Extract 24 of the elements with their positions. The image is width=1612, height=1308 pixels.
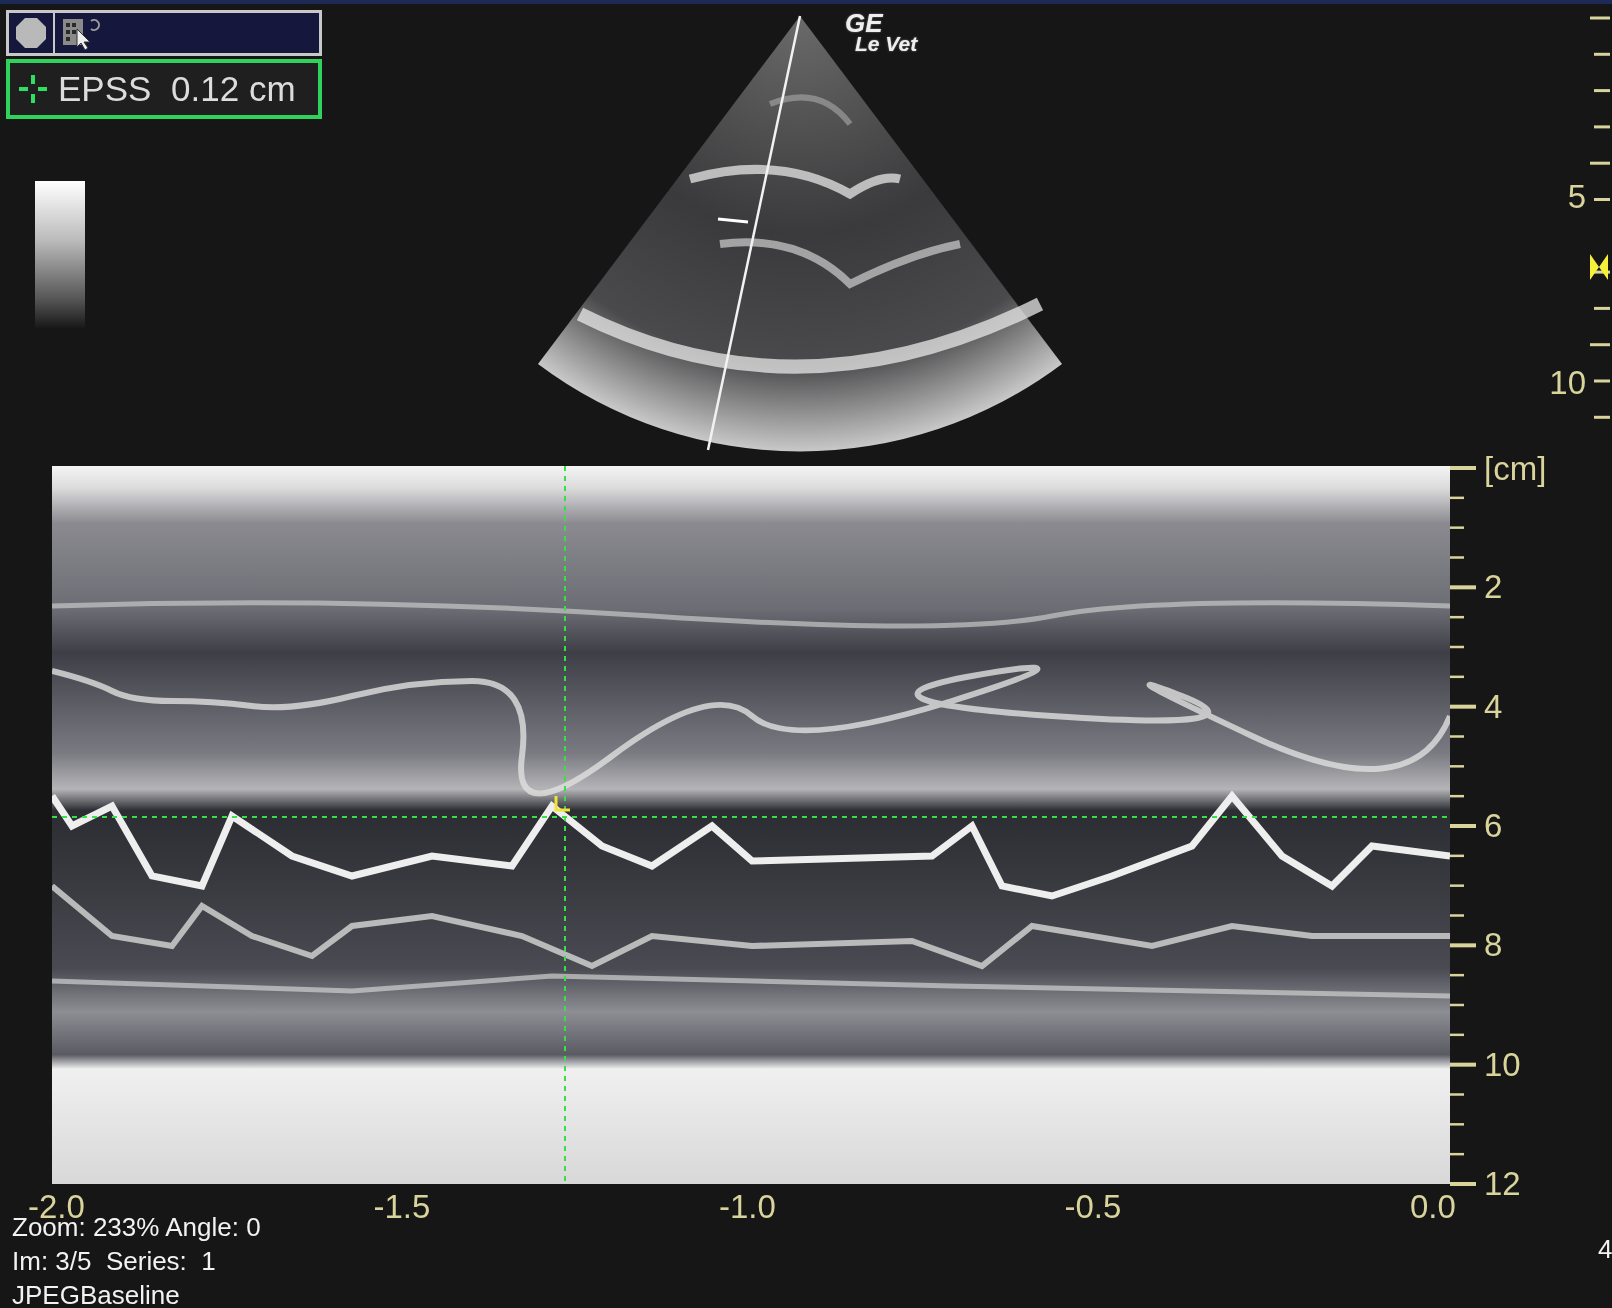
time-label: -0.5	[1064, 1190, 1122, 1223]
depth-unit: [cm]	[1484, 452, 1547, 485]
depth-label: 6	[1484, 809, 1503, 842]
caliper-mark	[554, 796, 570, 812]
stop-icon[interactable]	[15, 17, 47, 49]
depth-label: 8	[1484, 928, 1503, 962]
info-text: JPEGBaseline	[12, 1279, 181, 1308]
scale-label: 10	[1549, 366, 1586, 399]
measurement-value: 0.12 cm	[170, 69, 296, 109]
time-label: 0.0	[1410, 1190, 1456, 1223]
focus-marker-icon	[1588, 252, 1610, 282]
measurement-label: EPSS	[58, 69, 152, 109]
depth-label: 2	[1484, 570, 1503, 604]
depth-label: 4	[1484, 689, 1503, 723]
time-label: -1.5	[373, 1190, 431, 1223]
depth-label: 10	[1484, 1047, 1521, 1081]
logo-text: GE Le Vet	[845, 12, 918, 55]
edge-text: 4	[1598, 1234, 1612, 1264]
time-label: -1.0	[719, 1190, 776, 1223]
scale-label: 5	[1567, 180, 1586, 213]
depth-label: 12	[1484, 1167, 1521, 1200]
info-text: Im: 3/5 Series: 1	[12, 1245, 217, 1278]
crosshair-icon	[18, 74, 48, 104]
caliper-mark	[717, 217, 749, 224]
